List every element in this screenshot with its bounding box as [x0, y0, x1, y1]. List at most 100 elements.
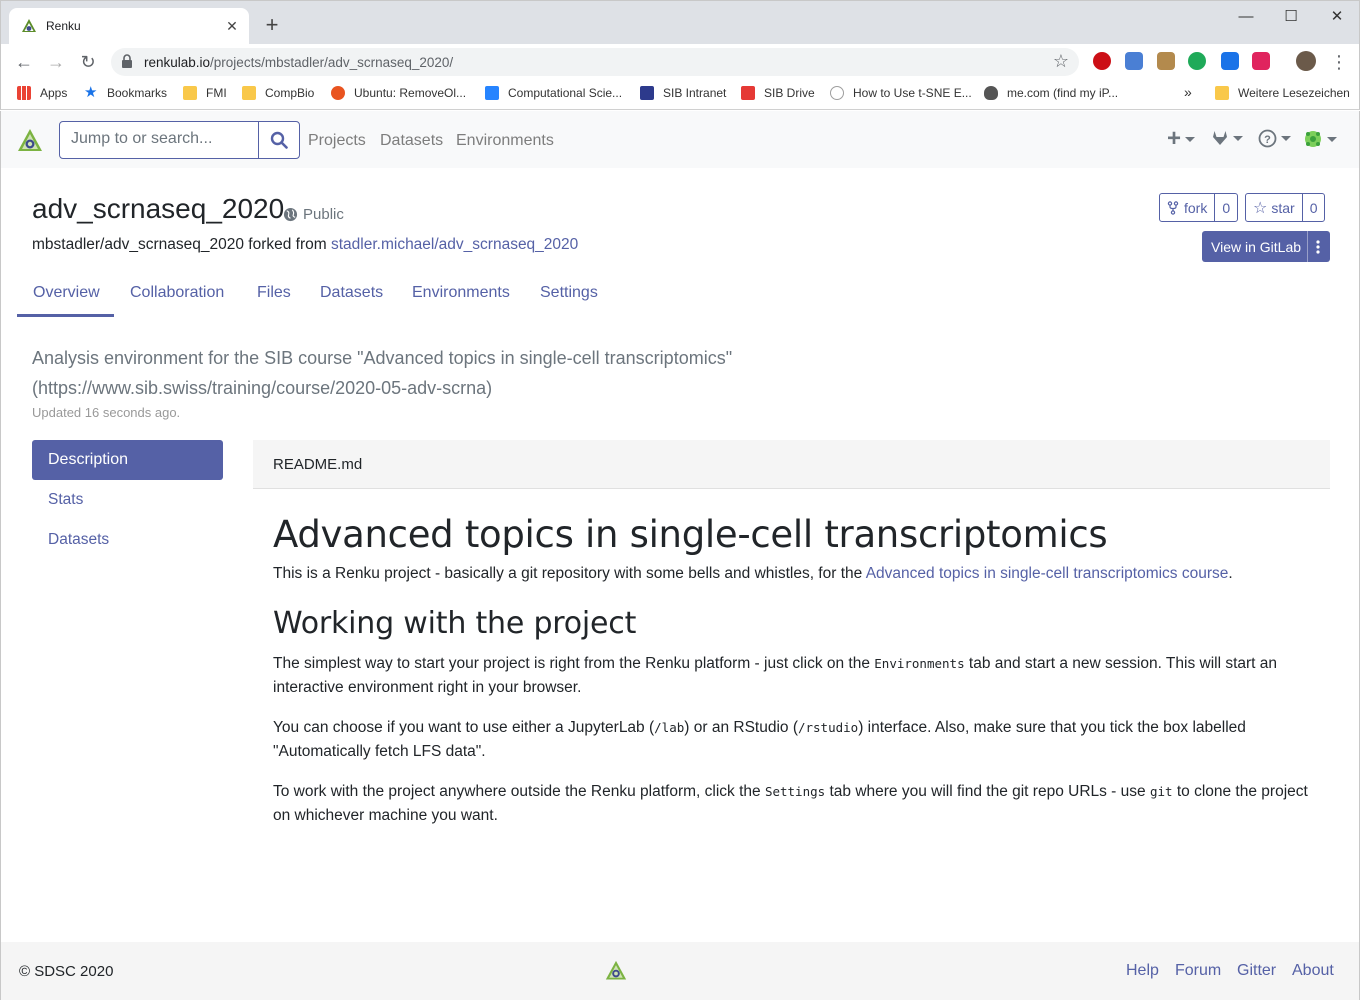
opera-extension-icon[interactable] — [1093, 52, 1111, 70]
project-title: adv_scrnaseq_2020 — [32, 193, 285, 224]
extension-icon[interactable] — [1125, 52, 1143, 70]
renku-favicon-icon — [22, 19, 36, 32]
apps-grid-icon — [17, 86, 31, 100]
inline-code: git — [1149, 784, 1173, 799]
project-description: Analysis environment for the SIB course … — [32, 348, 733, 398]
extension-icon[interactable] — [1157, 52, 1175, 70]
profile-avatar[interactable] — [1296, 51, 1316, 71]
readme-card: README.md Advanced topics in single-cell… — [253, 440, 1330, 844]
overview-sidenav: Description Stats Datasets — [32, 440, 223, 560]
tab-title: Renku — [46, 19, 81, 33]
bookmark-fmi[interactable]: FMI — [183, 86, 227, 100]
search-input[interactable] — [71, 122, 251, 156]
user-avatar-icon — [1305, 131, 1321, 147]
bookmark-ubuntu[interactable]: Ubuntu: RemoveOl... — [331, 86, 466, 100]
forked-from-line: mbstadler/adv_scrnaseq_2020 forked from … — [32, 236, 578, 254]
star-count: 0 — [1301, 194, 1325, 221]
readme-heading-2: Working with the project — [273, 606, 637, 641]
more-options-icon[interactable] — [1314, 237, 1322, 257]
bookmark-me-com[interactable]: me.com (find my iP... — [984, 86, 1118, 100]
address-bar[interactable]: renkulab.io/projects/mbstadler/adv_scrna… — [111, 48, 1079, 76]
star-button[interactable]: ☆ star 0 — [1245, 193, 1326, 222]
footer-help-link[interactable]: Help — [1126, 962, 1159, 980]
browser-tabstrip: Renku ✕ + — ☐ ✕ — [0, 0, 1360, 45]
footer-about-link[interactable]: About — [1292, 962, 1334, 980]
view-in-gitlab-button[interactable]: View in GitLab — [1202, 231, 1330, 262]
bookmark-sib-drive[interactable]: SIB Drive — [741, 86, 815, 100]
bookmark-sib-intranet[interactable]: SIB Intranet — [640, 86, 726, 100]
tab-collaboration[interactable]: Collaboration — [130, 284, 224, 302]
page-footer: © SDSC 2020 Help Forum Gitter About — [1, 942, 1359, 1000]
window-close-icon[interactable]: ✕ — [1314, 5, 1360, 29]
readme-paragraph: You can choose if you want to use either… — [273, 719, 1246, 760]
bookmark-confluence[interactable]: Computational Scie... — [485, 86, 622, 100]
bookmark-bookmarks[interactable]: ★ Bookmarks — [84, 84, 167, 101]
forked-from-link[interactable]: stadler.michael/adv_scrnaseq_2020 — [331, 236, 578, 253]
renku-logo-icon[interactable] — [17, 128, 43, 154]
tab-close-icon[interactable]: ✕ — [223, 17, 241, 35]
svg-text:?: ? — [1264, 134, 1271, 146]
maximize-icon[interactable]: ☐ — [1268, 5, 1314, 29]
top-navbar: Projects Datasets Environments + ? — [1, 111, 1359, 168]
visibility-badge: Public — [283, 206, 344, 223]
fork-icon — [1167, 200, 1179, 215]
inline-code: Environments — [874, 656, 965, 671]
inline-code: Settings — [764, 784, 826, 799]
help-menu[interactable]: ? — [1258, 129, 1291, 148]
globe-icon — [283, 207, 298, 222]
tab-files[interactable]: Files — [257, 284, 291, 302]
fork-label: fork — [1184, 199, 1208, 216]
folder-icon — [183, 86, 197, 100]
sidenav-stats[interactable]: Stats — [32, 480, 223, 520]
new-tab-icon[interactable]: + — [260, 13, 284, 37]
apple-icon — [984, 86, 998, 100]
tab-datasets[interactable]: Datasets — [320, 284, 383, 302]
sidenav-description[interactable]: Description — [32, 440, 223, 480]
bookmark-tsne[interactable]: How to Use t-SNE E... — [830, 86, 972, 100]
back-arrow-icon[interactable]: ← — [11, 49, 37, 75]
browser-menu-icon[interactable]: ⋮ — [1326, 49, 1352, 75]
readme-paragraph: To work with the project anywhere outsid… — [273, 783, 1308, 824]
bookmark-star-icon[interactable]: ☆ — [1053, 51, 1069, 72]
bookmarks-overflow-icon[interactable]: » — [1184, 84, 1192, 100]
footer-forum-link[interactable]: Forum — [1175, 962, 1221, 980]
bookmark-compbio[interactable]: CompBio — [242, 86, 314, 100]
bookmark-weitere[interactable]: Weitere Lesezeichen — [1215, 86, 1350, 100]
search-icon — [270, 131, 288, 149]
course-link[interactable]: Advanced topics in single-cell transcrip… — [866, 565, 1229, 582]
readme-body: Advanced topics in single-cell transcrip… — [253, 489, 1330, 828]
inline-code: /lab — [654, 720, 685, 735]
fork-button[interactable]: fork 0 — [1159, 193, 1239, 222]
gitlab-menu[interactable] — [1211, 129, 1243, 147]
search-field[interactable] — [59, 121, 259, 159]
forward-arrow-icon[interactable]: → — [43, 49, 69, 75]
search-button[interactable] — [258, 121, 300, 159]
nav-environments-link[interactable]: Environments — [456, 132, 554, 150]
browser-toolbar: ← → ↻ renkulab.io/projects/mbstadler/adv… — [0, 44, 1360, 80]
tab-overview[interactable]: Overview — [33, 284, 100, 302]
gitlab-button-label: View in GitLab — [1211, 239, 1302, 255]
sidenav-datasets[interactable]: Datasets — [32, 520, 223, 560]
nav-datasets-link[interactable]: Datasets — [380, 132, 443, 150]
renku-app: Projects Datasets Environments + ? — [0, 111, 1360, 1000]
tab-settings[interactable]: Settings — [540, 284, 598, 302]
extension-icon[interactable] — [1221, 52, 1239, 70]
browser-tab[interactable]: Renku ✕ — [9, 8, 249, 45]
bookmark-apps[interactable]: Apps — [17, 86, 67, 100]
help-icon: ? — [1258, 129, 1277, 148]
extension-icon[interactable] — [1188, 52, 1206, 70]
star-icon: ☆ — [1253, 199, 1268, 217]
add-menu[interactable]: + — [1167, 127, 1196, 151]
extension-icon[interactable] — [1252, 52, 1270, 70]
url-text: renkulab.io/projects/mbstadler/adv_scrna… — [144, 55, 454, 70]
readme-heading-1: Advanced topics in single-cell transcrip… — [273, 513, 1108, 556]
tab-environments[interactable]: Environments — [412, 284, 510, 302]
star-icon: ★ — [84, 84, 98, 101]
nav-projects-link[interactable]: Projects — [308, 132, 366, 150]
copyright-text: © SDSC 2020 — [19, 963, 114, 980]
reload-icon[interactable]: ↻ — [75, 49, 101, 75]
minimize-icon[interactable]: — — [1223, 5, 1269, 29]
footer-gitter-link[interactable]: Gitter — [1237, 962, 1276, 980]
confluence-icon — [485, 86, 499, 100]
user-menu[interactable] — [1303, 129, 1337, 149]
